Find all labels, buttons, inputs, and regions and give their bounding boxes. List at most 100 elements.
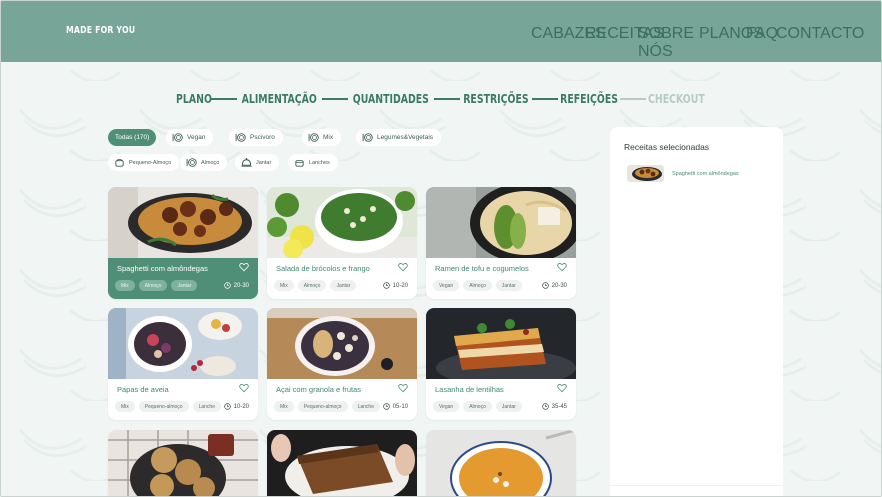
step-quantidades[interactable]: QUANTIDADES bbox=[353, 92, 429, 106]
recipe-card[interactable] bbox=[426, 430, 576, 496]
recipe-card[interactable]: Papas de aveia Mix Pequeno-almoço Lanche… bbox=[108, 308, 258, 420]
recipe-card[interactable]: Lasanha de lentilhas Vegan Almoço Jantar… bbox=[426, 308, 576, 420]
heart-icon[interactable] bbox=[557, 383, 567, 393]
recipe-title: Ramen de tofu e cogumelos bbox=[435, 264, 529, 273]
nav-cabazes[interactable]: CABAZES bbox=[531, 25, 606, 43]
salad-photo bbox=[267, 187, 417, 258]
oatmeal-photo bbox=[108, 308, 258, 379]
ramen-photo bbox=[426, 187, 576, 258]
tag: Pequeno-almoço bbox=[138, 401, 189, 412]
heart-icon[interactable] bbox=[398, 383, 408, 393]
recipe-title: Spaghetti com almôndegas bbox=[117, 264, 208, 273]
step-checkout[interactable]: CHECKOUT bbox=[648, 92, 705, 106]
plate-icon bbox=[235, 133, 246, 142]
filter-label: Vegan bbox=[187, 134, 206, 141]
nav-faq[interactable]: FAQ bbox=[746, 25, 778, 43]
filter-pequeno-almoco[interactable]: Pequeno-Almoço bbox=[108, 154, 180, 171]
filter-almoco[interactable]: Almoço bbox=[180, 154, 228, 171]
cookies-photo bbox=[108, 430, 258, 496]
filter-todas[interactable]: Todas (170) bbox=[108, 129, 157, 146]
filter-lanches[interactable]: Lanches bbox=[288, 154, 338, 171]
tag: Almoço bbox=[463, 401, 492, 412]
panel-divider bbox=[610, 485, 783, 486]
filter-label: Almoço bbox=[201, 159, 220, 166]
nav-receitas[interactable]: RECEITAS bbox=[585, 25, 664, 43]
recipe-card[interactable]: Salada de brócolos e frango Mix Almoço J… bbox=[267, 187, 417, 299]
step-plano[interactable]: PLANO bbox=[176, 92, 212, 106]
recipe-card[interactable]: Açai com granola e frutas Mix Pequeno-al… bbox=[267, 308, 417, 420]
recipe-time-value: 20-30 bbox=[233, 282, 249, 289]
tag: Lanche bbox=[351, 401, 380, 412]
filter-jantar[interactable]: Jantar bbox=[235, 154, 280, 171]
step-divider bbox=[321, 98, 348, 100]
acai-photo bbox=[267, 308, 417, 379]
heart-icon[interactable] bbox=[398, 262, 408, 272]
cloche-icon bbox=[241, 158, 252, 167]
step-divider bbox=[433, 98, 460, 100]
tag: Mix bbox=[115, 280, 135, 291]
tag: Jantar bbox=[171, 280, 198, 291]
recipe-time: 10-20 bbox=[223, 403, 249, 410]
tag: Jantar bbox=[495, 280, 522, 291]
tag: Jantar bbox=[495, 401, 522, 412]
spaghetti-photo bbox=[108, 187, 258, 258]
recipe-time: 10-20 bbox=[382, 282, 408, 289]
recipe-card[interactable] bbox=[108, 430, 258, 496]
tag: Lanche bbox=[192, 401, 221, 412]
filter-label: Jantar bbox=[256, 159, 272, 166]
clock-icon bbox=[541, 403, 549, 410]
filter-mix[interactable]: Mix bbox=[302, 129, 342, 146]
filter-pscivoro[interactable]: Pscivoro bbox=[229, 129, 283, 146]
recipe-time: 35-45 bbox=[541, 403, 567, 410]
nav-planos[interactable]: PLANOS bbox=[699, 25, 764, 43]
filter-label: Pequeno-Almoço bbox=[129, 159, 172, 166]
clock-icon bbox=[541, 282, 549, 289]
snack-icon bbox=[295, 160, 304, 167]
tag: Almoço bbox=[138, 280, 168, 291]
checkout-steps: PLANO ALIMENTAÇÃO QUANTIDADES RESTRIÇÕES… bbox=[171, 91, 713, 107]
tag: Pequeno-almoço bbox=[297, 401, 348, 412]
recipe-time: 05-10 bbox=[382, 403, 408, 410]
filter-vegan[interactable]: Vegan bbox=[166, 129, 214, 146]
recipe-card[interactable] bbox=[267, 430, 417, 496]
plate-icon bbox=[186, 158, 197, 167]
recipe-title: Açai com granola e frutas bbox=[276, 385, 362, 394]
plate-icon bbox=[362, 133, 373, 142]
recipe-title: Lasanha de lentilhas bbox=[435, 385, 504, 394]
recipe-tags: Mix Almoço Jantar bbox=[115, 280, 198, 291]
recipe-tags: Vegan Almoço Jantar bbox=[433, 401, 522, 412]
step-restricoes[interactable]: RESTRIÇÕES bbox=[463, 92, 528, 106]
nav-sobre-nos[interactable]: SOBRE NÓS bbox=[638, 25, 694, 61]
filter-label: Todas (170) bbox=[115, 134, 150, 141]
filter-legumes-vegetais[interactable]: Legumes&Vegetais bbox=[356, 129, 442, 146]
banana-bread-photo bbox=[267, 430, 417, 496]
step-refeicoes[interactable]: REFEIÇÕES bbox=[560, 92, 618, 106]
recipe-time-value: 35-45 bbox=[551, 403, 567, 410]
selected-recipe-item[interactable]: Spaghetti com almôndegas bbox=[627, 165, 739, 182]
recipe-time-value: 10-20 bbox=[233, 403, 249, 410]
recipe-tags: Vegan Almoço Jantar bbox=[433, 280, 522, 291]
clock-icon bbox=[223, 282, 231, 289]
recipe-title: Salada de brócolos e frango bbox=[276, 264, 370, 273]
recipe-card[interactable]: Spaghetti com almôndegas Mix Almoço Jant… bbox=[108, 187, 258, 299]
heart-icon[interactable] bbox=[239, 262, 249, 272]
lasagna-photo bbox=[426, 308, 576, 379]
step-alimentacao[interactable]: ALIMENTAÇÃO bbox=[242, 92, 317, 106]
plate-icon bbox=[172, 133, 183, 142]
step-divider bbox=[531, 98, 558, 100]
recipe-title: Papas de aveia bbox=[117, 385, 169, 394]
selected-recipes-panel: Receitas selecionadas Spaghetti com almô… bbox=[610, 127, 783, 496]
tag: Vegan bbox=[433, 280, 460, 291]
heart-icon[interactable] bbox=[239, 383, 249, 393]
heart-icon[interactable] bbox=[557, 262, 567, 272]
breakfast-icon bbox=[115, 158, 124, 167]
tag: Vegan bbox=[433, 401, 460, 412]
brand-logo[interactable]: MADE FOR YOU bbox=[66, 25, 135, 36]
clock-icon bbox=[223, 403, 231, 410]
recipe-card[interactable]: Ramen de tofu e cogumelos Vegan Almoço J… bbox=[426, 187, 576, 299]
nav-contacto[interactable]: CONTACTO bbox=[776, 25, 864, 43]
recipe-time: 20-30 bbox=[223, 282, 249, 289]
top-navigation-bar: MADE FOR YOU CABAZES RECEITAS SOBRE NÓS … bbox=[1, 1, 881, 62]
tag: Jantar bbox=[330, 280, 357, 291]
tag: Mix bbox=[274, 401, 294, 412]
